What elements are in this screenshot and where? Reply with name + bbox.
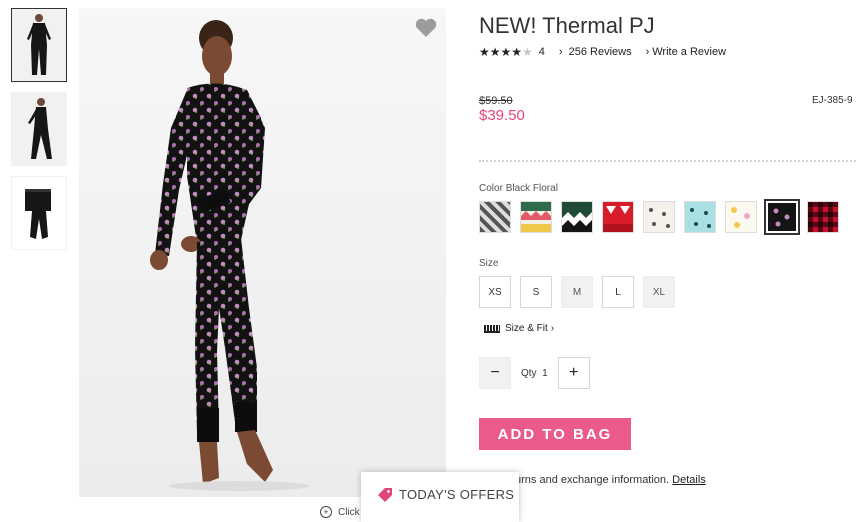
thumbnail-list	[11, 8, 69, 260]
tag-icon	[378, 488, 392, 502]
size-l[interactable]: L	[602, 276, 634, 308]
swatch-fairisle-green[interactable]	[520, 201, 552, 233]
zoom-hint[interactable]: + Click	[320, 506, 360, 518]
chevron-right-icon: ›	[645, 46, 650, 58]
thumbnail-side[interactable]	[11, 92, 67, 166]
swatch-red-buffalo-check[interactable]	[807, 201, 839, 233]
write-review-link[interactable]: Write a Review	[652, 46, 726, 58]
quantity-label: Qty	[521, 367, 537, 379]
swatch-fairisle-dark-green[interactable]	[561, 201, 593, 233]
model-illustration	[150, 20, 309, 491]
size-label: Size	[479, 258, 499, 269]
color-label-text: Color	[479, 183, 503, 194]
returns-info: urns and exchange information. Details	[515, 474, 706, 486]
section-divider	[479, 160, 856, 162]
size-s[interactable]: S	[520, 276, 552, 308]
product-sku: EJ-385-9	[812, 95, 853, 106]
size-fit-label: Size & Fit	[505, 323, 548, 334]
quantity-stepper: − Qty 1 +	[479, 357, 590, 389]
reviews-link[interactable]: 256 Reviews	[569, 46, 632, 58]
zoom-icon: +	[320, 506, 332, 518]
returns-text: urns and exchange information.	[515, 474, 670, 486]
size-m[interactable]: M	[561, 276, 593, 308]
quantity-value: 1	[542, 367, 548, 379]
product-title: NEW! Thermal PJ	[479, 13, 655, 38]
offers-label: TODAY'S OFFERS	[399, 487, 515, 502]
thumbnail-front[interactable]	[11, 8, 67, 82]
details-link[interactable]: Details	[672, 474, 706, 486]
quantity-decrease-button[interactable]: −	[479, 357, 511, 389]
size-options: XS S M L XL	[479, 276, 675, 308]
star-rating: ★★★★★	[479, 45, 533, 59]
chevron-right-icon: ›	[550, 323, 555, 334]
size-fit-link[interactable]: Size & Fit ›	[484, 323, 554, 334]
quantity-increase-button[interactable]: +	[557, 357, 590, 389]
swatch-aqua-print[interactable]	[684, 201, 716, 233]
product-image	[79, 8, 446, 497]
swatch-plaid-grey[interactable]	[479, 201, 511, 233]
swatch-red-pattern[interactable]	[602, 201, 634, 233]
selected-color: Black Floral	[505, 183, 558, 194]
thumbnail-folded[interactable]	[11, 176, 67, 250]
rating-row: ★★★★★ 4 › 256 Reviews › Write a Review	[479, 45, 740, 59]
add-to-bag-button[interactable]: ADD TO BAG	[479, 418, 631, 450]
sale-price: $39.50	[479, 107, 525, 124]
heart-icon[interactable]	[414, 16, 438, 40]
original-price: $59.50	[479, 95, 513, 107]
rating-value: 4	[538, 46, 545, 58]
swatch-white-floral[interactable]	[725, 201, 757, 233]
chevron-right-icon: ›	[558, 46, 563, 58]
ruler-icon	[484, 324, 500, 333]
swatch-black-floral[interactable]	[764, 199, 800, 235]
size-xs[interactable]: XS	[479, 276, 511, 308]
swatch-white-print[interactable]	[643, 201, 675, 233]
size-xl[interactable]: XL	[643, 276, 675, 308]
quantity-display: Qty 1	[521, 368, 548, 379]
color-swatches	[479, 199, 839, 235]
color-label: Color Black Floral	[479, 183, 558, 194]
zoom-hint-text: Click	[338, 506, 360, 518]
